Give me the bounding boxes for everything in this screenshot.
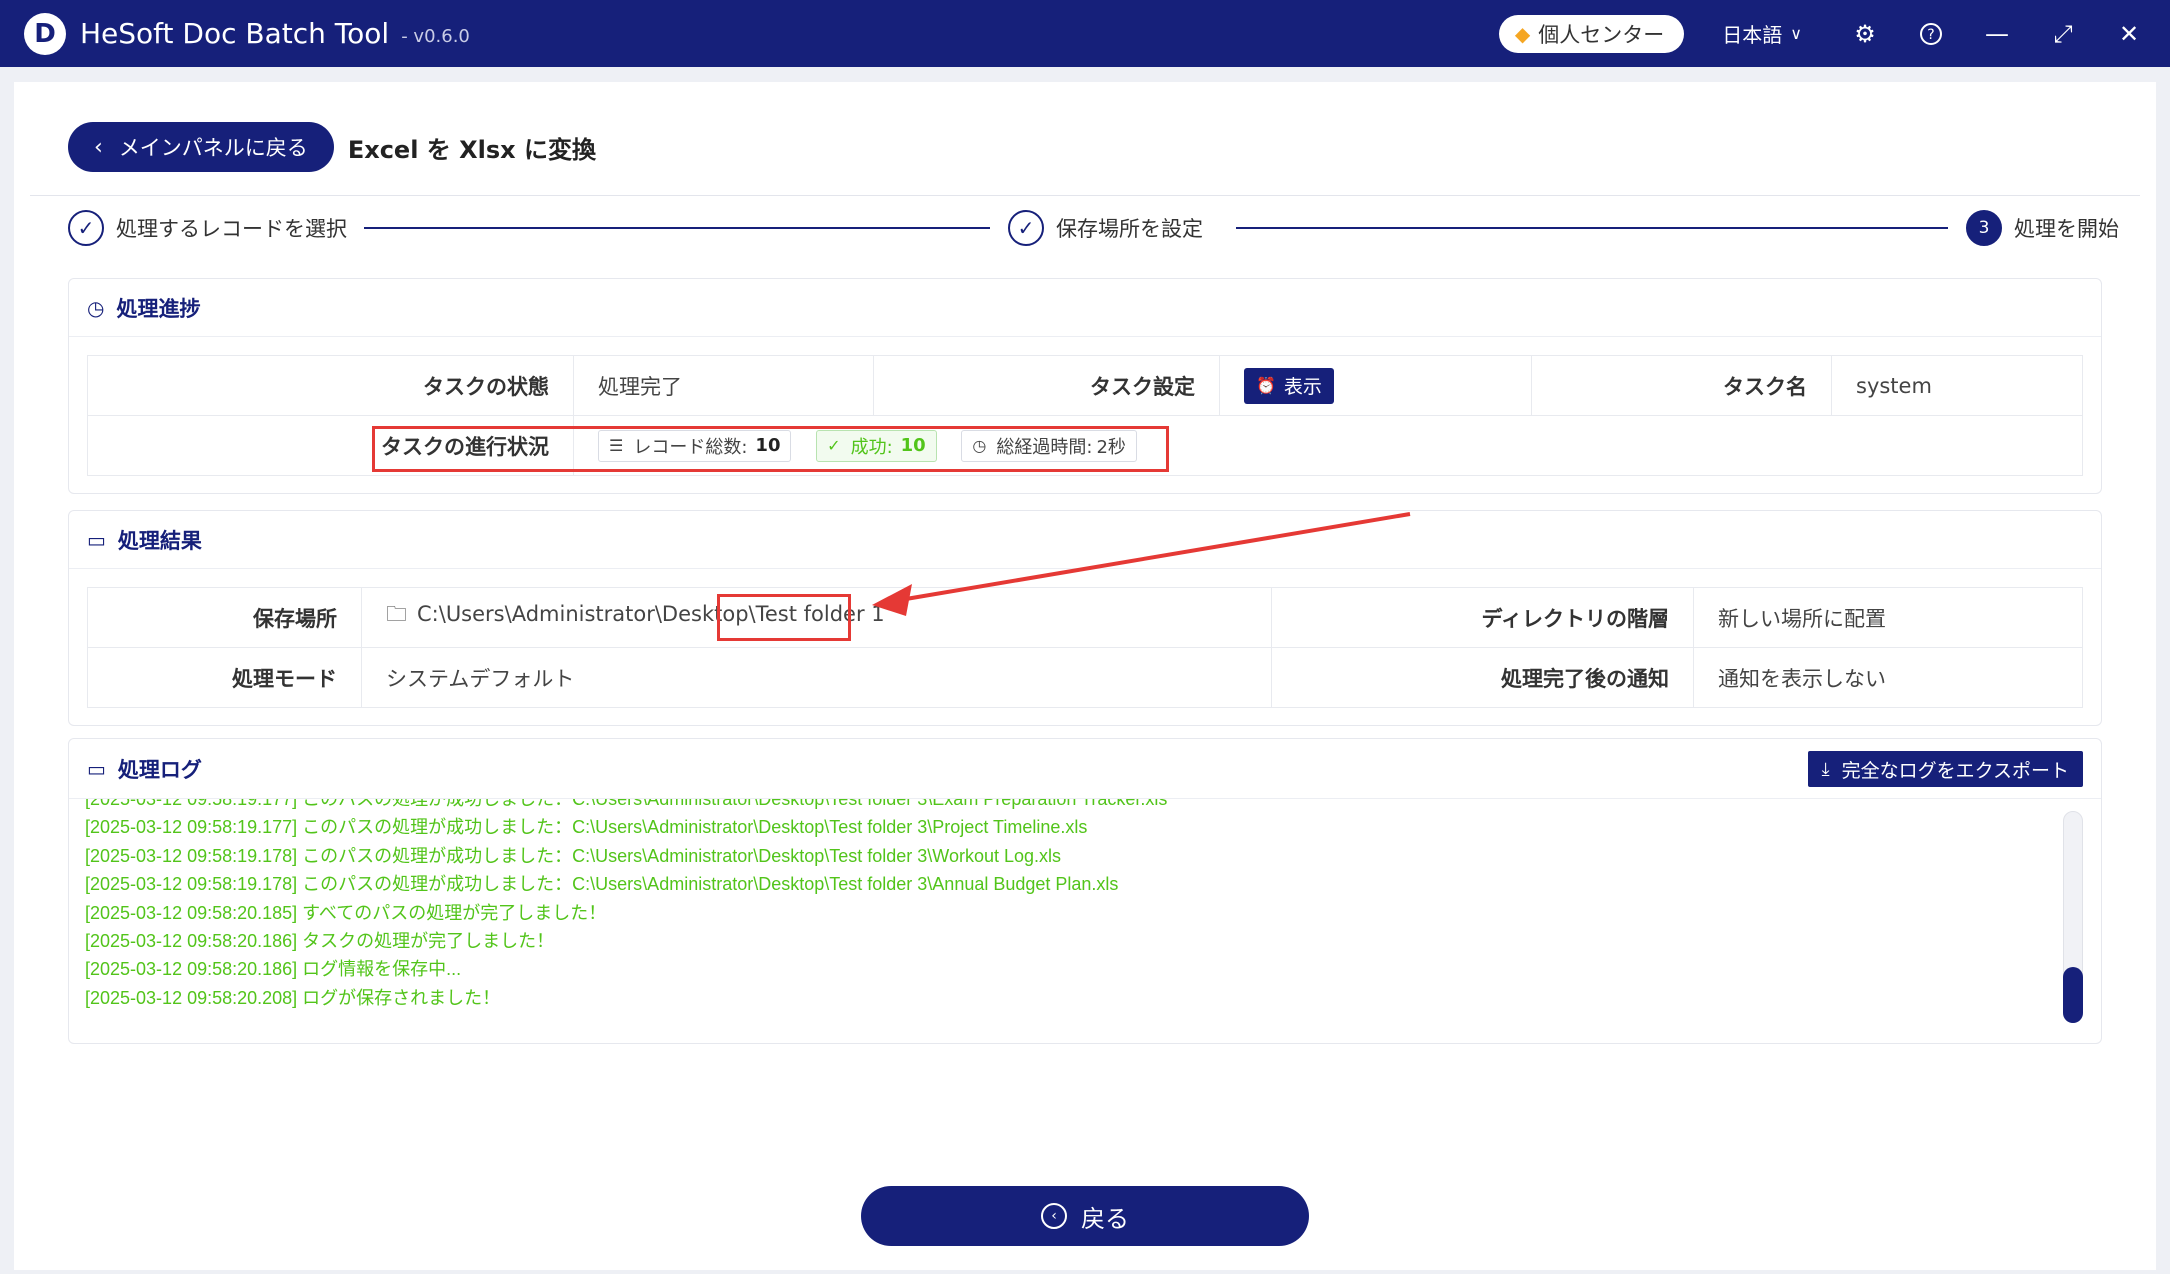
show-settings-button[interactable]: ⏰ 表示	[1244, 367, 1334, 404]
log-line: [2025-03-12 09:58:19.177] このパスの処理が成功しました…	[85, 799, 1168, 809]
step-2-label: 保存場所を設定	[1056, 217, 1203, 241]
step-3-number: 3	[1966, 210, 2002, 246]
minimize-icon[interactable]: —	[1964, 1, 2030, 67]
result-title: 処理結果	[117, 528, 202, 553]
show-settings-label: 表示	[1283, 376, 1322, 398]
dir-level-label: ディレクトリの階層	[1271, 587, 1694, 648]
log-line: [2025-03-12 09:58:20.208] ログが保存されました！	[85, 987, 501, 1008]
back-to-main-button[interactable]: ‹ メインパネルに戻る	[68, 122, 334, 172]
step-1-label: 処理するレコードを選択	[116, 217, 347, 241]
folder-highlight-box	[717, 594, 851, 641]
clock-icon: ◷	[87, 295, 105, 320]
log-line: [2025-03-12 09:58:20.186] タスクの処理が完了しました！	[85, 930, 555, 951]
log-scrollbar[interactable]	[2063, 811, 2083, 1023]
help-icon[interactable]: ?	[1898, 1, 1964, 67]
task-name-value: system	[1831, 355, 2083, 416]
log-line: [2025-03-12 09:58:19.177] このパスの処理が成功しました…	[85, 817, 1088, 838]
personal-center-label: 個人センター	[1538, 22, 1665, 47]
step-connector-1	[364, 227, 990, 229]
step-2: ✓ 保存場所を設定	[1008, 206, 1203, 250]
personal-center-button[interactable]: ◆ 個人センター	[1498, 14, 1685, 53]
log-line: [2025-03-12 09:58:19.178] このパスの処理が成功しました…	[85, 874, 1119, 895]
app-version: - v0.6.0	[401, 26, 470, 47]
log-line: [2025-03-12 09:58:19.178] このパスの処理が成功しました…	[85, 845, 1062, 866]
notify-label: 処理完了後の通知	[1271, 647, 1694, 708]
mode-value: システムデフォルト	[361, 647, 1272, 708]
task-status-label: タスクの状態	[87, 355, 574, 416]
step-3: 3 処理を開始	[1966, 206, 2119, 250]
svg-text:?: ?	[1927, 27, 1934, 43]
progress-highlight-box	[372, 426, 1169, 472]
save-location-prefix: C:\Users\Administrator\Desktop\	[417, 602, 756, 626]
step-indicator: ✓ 処理するレコードを選択 ✓ 保存場所を設定 3 処理を開始	[68, 206, 2120, 250]
maximize-icon[interactable]: ⤢	[2030, 1, 2096, 67]
mode-label: 処理モード	[87, 647, 362, 708]
log-section: ▭ 処理ログ ⤓ 完全なログをエクスポート [2025-03-12 09:58:…	[68, 738, 2102, 1044]
back-button[interactable]: ‹ 戻る	[861, 1186, 1309, 1246]
log-output[interactable]: [2025-03-12 09:58:19.177] このパスの処理が成功しました…	[85, 799, 2045, 1029]
settings-icon[interactable]: ⚙	[1832, 1, 1898, 67]
step-1: ✓ 処理するレコードを選択	[68, 206, 347, 250]
task-status-value: 処理完了	[573, 355, 874, 416]
step-connector-2	[1236, 227, 1948, 229]
app-logo: D	[24, 12, 66, 55]
title-bar: D HeSoft Doc Batch Tool - v0.6.0 ◆ 個人センタ…	[0, 0, 2170, 67]
export-log-button[interactable]: ⤓ 完全なログをエクスポート	[1807, 751, 2083, 787]
task-settings-label: タスク設定	[873, 355, 1220, 416]
chevron-down-icon: ∨	[1790, 24, 1802, 43]
export-log-label: 完全なログをエクスポート	[1841, 759, 2069, 782]
download-icon: ⤓	[1821, 758, 1830, 780]
log-scrollbar-thumb[interactable]	[2063, 967, 2083, 1023]
page-title: Excel を Xlsx に変換	[347, 135, 596, 164]
main-panel: ‹ メインパネルに戻る Excel を Xlsx に変換 ✓ 処理するレコードを…	[14, 82, 2156, 1270]
log-line: [2025-03-12 09:58:20.186] ログ情報を保存中...	[85, 959, 462, 980]
save-location-label: 保存場所	[87, 587, 362, 648]
diamond-icon: ◆	[1514, 21, 1531, 46]
step-3-label: 処理を開始	[2014, 217, 2119, 241]
check-icon: ✓	[68, 210, 104, 246]
notify-value: 通知を表示しない	[1693, 647, 2083, 708]
task-name-label: タスク名	[1531, 355, 1832, 416]
dir-level-value: 新しい場所に配置	[1693, 587, 2083, 648]
chevron-left-circle-icon: ‹	[1041, 1203, 1067, 1229]
chevron-left-icon: ‹	[94, 134, 103, 160]
monitor-icon: ▭	[87, 756, 106, 781]
log-line: [2025-03-12 09:58:20.185] すべてのパスの処理が完了しま…	[85, 902, 607, 923]
result-section: ▭ 処理結果 保存場所 🗀 C:\Users\Administrator\Desk…	[68, 510, 2102, 726]
close-icon[interactable]: ✕	[2096, 1, 2162, 67]
back-button-label: 戻る	[1081, 1204, 1129, 1233]
language-selector[interactable]: 日本語 ∨	[1722, 19, 1802, 48]
header-divider	[30, 195, 2140, 196]
language-label: 日本語	[1722, 23, 1783, 47]
back-to-main-label: メインパネルに戻る	[118, 136, 308, 160]
folder-icon: 🗀	[386, 602, 407, 626]
check-icon: ✓	[1008, 210, 1044, 246]
log-title: 処理ログ	[117, 757, 202, 782]
app-title: HeSoft Doc Batch Tool	[80, 17, 390, 50]
progress-title: 処理進捗	[116, 296, 201, 321]
alarm-icon: ⏰	[1256, 376, 1276, 395]
monitor-icon: ▭	[87, 527, 106, 552]
